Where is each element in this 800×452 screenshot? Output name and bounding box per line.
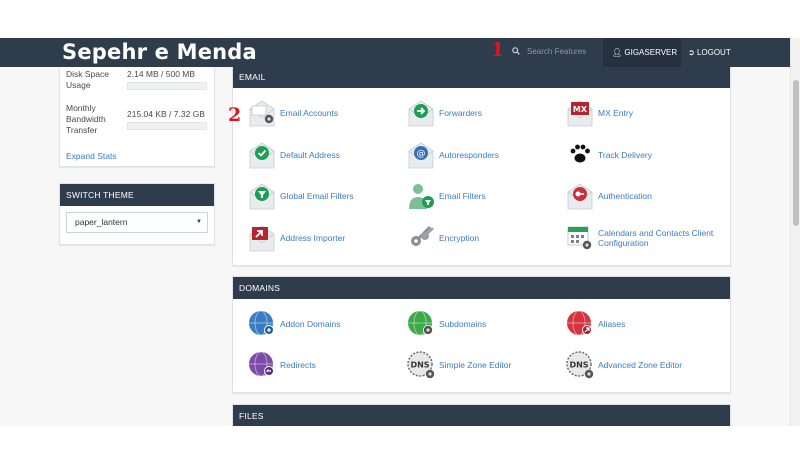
email-panel: EMAIL Email Accounts Forwarders MX MX Entry… <box>232 67 731 266</box>
email-item-label[interactable]: Forwarders <box>439 98 482 128</box>
calendars-icon <box>565 223 595 253</box>
domains-item-label[interactable]: Simple Zone Editor <box>439 350 511 380</box>
logout-button[interactable]: ➲ LOGOUT <box>688 38 731 67</box>
email-item-encryption[interactable]: Encryption <box>406 223 556 253</box>
email-item-global-filters[interactable]: Global Email Filters <box>247 181 397 211</box>
scrollbar[interactable] <box>790 38 800 426</box>
default-address-icon <box>247 140 277 170</box>
files-panel-title: FILES <box>233 405 730 426</box>
disk-space-bar <box>127 82 207 90</box>
redirects-icon <box>247 350 277 380</box>
domains-item-aliases[interactable]: Aliases <box>565 309 715 339</box>
user-icon: 👤︎ <box>612 48 623 57</box>
email-item-track-delivery[interactable]: Track Delivery <box>565 140 715 170</box>
browser-viewport: Sepehr e Menda 1 Search Features 👤︎ GIGA… <box>0 0 800 452</box>
email-item-label[interactable]: Global Email Filters <box>280 181 354 211</box>
domains-item-advanced-zone-editor[interactable]: DNS Advanced Zone Editor <box>565 350 715 380</box>
email-item-label[interactable]: Encryption <box>439 223 479 253</box>
domains-item-subdomains[interactable]: Subdomains <box>406 309 556 339</box>
subdomains-icon <box>406 309 436 339</box>
email-item-calendars[interactable]: Calendars and Contacts Client Configurat… <box>565 223 715 253</box>
svg-text:MX: MX <box>573 105 588 114</box>
address-importer-icon <box>247 223 277 253</box>
theme-select-value: paper_lantern <box>75 217 128 227</box>
page-content: Disk Space Usage 2.14 MB / 500 MB Monthl… <box>0 67 790 426</box>
bandwidth-label: Monthly Bandwidth Transfer <box>66 103 106 135</box>
email-item-address-importer[interactable]: Address Importer <box>247 223 397 253</box>
email-item-label[interactable]: Address Importer <box>280 223 345 253</box>
svg-text:@: @ <box>417 149 426 159</box>
email-item-label[interactable]: MX Entry <box>598 98 633 128</box>
email-item-authentication[interactable]: Authentication <box>565 181 715 211</box>
switch-theme-title: SWITCH THEME <box>60 184 214 206</box>
files-panel: FILES <box>232 404 731 426</box>
email-accounts-icon <box>247 98 277 128</box>
disk-space-label: Disk Space Usage <box>66 69 109 90</box>
advanced-zone-editor-icon: DNS <box>565 350 595 380</box>
aliases-icon <box>565 309 595 339</box>
track-delivery-icon <box>565 140 595 170</box>
logout-icon: ➲ <box>688 48 695 57</box>
authentication-icon <box>565 181 595 211</box>
domains-item-simple-zone-editor[interactable]: DNS Simple Zone Editor <box>406 350 556 380</box>
domains-panel-title: DOMAINS <box>233 277 730 299</box>
email-item-label[interactable]: Calendars and Contacts Client Configurat… <box>598 223 715 253</box>
disk-space-value: 2.14 MB / 500 MB <box>127 69 196 79</box>
bandwidth-bar <box>127 122 207 130</box>
chevron-down-icon: ▼ <box>196 219 202 225</box>
email-item-email-filters[interactable]: Email Filters <box>406 181 556 211</box>
domains-item-label[interactable]: Advanced Zone Editor <box>598 350 682 380</box>
email-item-label[interactable]: Authentication <box>598 181 652 211</box>
email-item-forwarders[interactable]: Forwarders <box>406 98 556 128</box>
theme-select[interactable]: paper_lantern ▼ <box>66 212 208 233</box>
email-item-label[interactable]: Email Filters <box>439 181 486 211</box>
annotation-number-2: 2 <box>228 104 242 126</box>
user-menu-button[interactable]: 👤︎ GIGASERVER ▼ <box>603 38 681 86</box>
mx-entry-icon: MX <box>565 98 595 128</box>
bandwidth-value: 215.04 KB / 7.32 GB <box>127 109 205 119</box>
svg-text:DNS: DNS <box>410 361 429 370</box>
search-icon <box>512 47 520 55</box>
email-panel-title: EMAIL <box>233 67 730 88</box>
simple-zone-editor-icon: DNS <box>406 350 436 380</box>
domains-panel: DOMAINS Addon Domains Subdomains Aliases Re… <box>232 276 731 393</box>
encryption-icon <box>406 223 436 253</box>
forwarders-icon <box>406 98 436 128</box>
viewport-bottom-margin <box>0 426 800 452</box>
email-item-label[interactable]: Default Address <box>280 140 340 170</box>
email-item-autoresponders[interactable]: @ Autoresponders <box>406 140 556 170</box>
domains-item-redirects[interactable]: Redirects <box>247 350 397 380</box>
email-item-label[interactable]: Track Delivery <box>598 140 652 170</box>
email-item-email-accounts[interactable]: Email Accounts <box>247 98 397 128</box>
expand-stats-link[interactable]: Expand Stats <box>66 151 117 161</box>
scrollbar-thumb[interactable] <box>793 80 799 226</box>
logout-label: LOGOUT <box>696 48 731 57</box>
email-item-mx-entry[interactable]: MX MX Entry <box>565 98 715 128</box>
user-label: GIGASERVER <box>624 48 678 57</box>
domains-item-label[interactable]: Addon Domains <box>280 309 340 339</box>
addon-domains-icon <box>247 309 277 339</box>
email-item-label[interactable]: Autoresponders <box>439 140 499 170</box>
autoresponders-icon: @ <box>406 140 436 170</box>
search-features[interactable]: Search Features <box>510 42 600 62</box>
brand-title[interactable]: Sepehr e Menda <box>62 38 257 67</box>
domains-item-addon-domains[interactable]: Addon Domains <box>247 309 397 339</box>
stats-card: Disk Space Usage 2.14 MB / 500 MB Monthl… <box>59 67 215 167</box>
email-filters-icon <box>406 181 436 211</box>
search-input[interactable]: Search Features <box>527 42 586 62</box>
domains-item-label[interactable]: Aliases <box>598 309 625 339</box>
email-item-default-address[interactable]: Default Address <box>247 140 397 170</box>
domains-item-label[interactable]: Subdomains <box>439 309 486 339</box>
svg-text:DNS: DNS <box>569 361 588 370</box>
domains-item-label[interactable]: Redirects <box>280 350 316 380</box>
email-item-label[interactable]: Email Accounts <box>280 98 338 128</box>
annotation-number-1: 1 <box>491 39 505 61</box>
global-filters-icon <box>247 181 277 211</box>
